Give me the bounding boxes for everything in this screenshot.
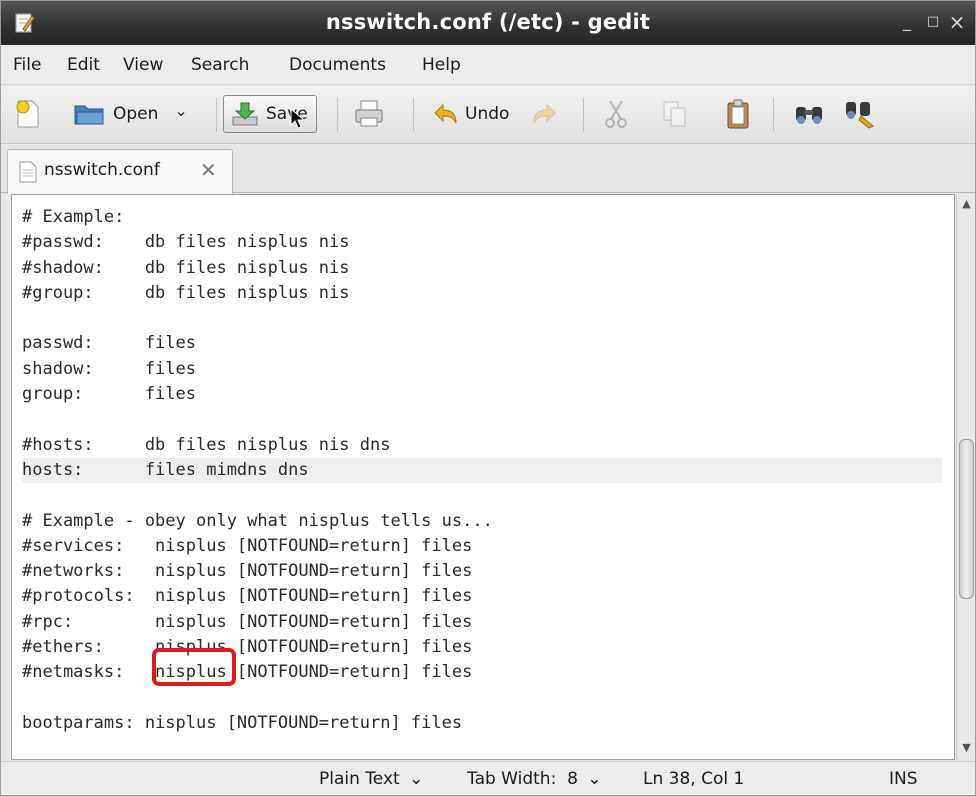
clipboard-icon: [727, 99, 749, 129]
code-line: #passwd: db files nisplus nis: [22, 232, 350, 253]
menu-view[interactable]: View: [123, 55, 163, 75]
undo-arrow-icon: [434, 103, 457, 124]
redo-button[interactable]: [531, 94, 559, 134]
undo-button[interactable]: Undo: [431, 94, 509, 134]
cursor-position: Ln 38, Col 1: [643, 769, 745, 789]
gedit-window: nsswitch.conf (/etc) - gedit _ □ × File …: [0, 0, 976, 796]
menu-help[interactable]: Help: [422, 55, 461, 75]
printer-icon: [355, 100, 383, 127]
scissors-icon: [605, 100, 627, 128]
menu-edit[interactable]: Edit: [67, 55, 100, 75]
vertical-scrollbar[interactable]: ▲ ▼: [956, 194, 975, 760]
print-button[interactable]: [353, 94, 385, 134]
cut-button[interactable]: [603, 94, 629, 134]
code-line: #services: nisplus [NOTFOUND=return] fil…: [22, 535, 473, 556]
menu-search[interactable]: Search: [191, 55, 249, 75]
copy-icon: [663, 101, 686, 127]
code-line: #rpc: nisplus [NOTFOUND=return] files: [22, 611, 473, 632]
toolbar: Open ⌄ Save Undo: [1, 86, 975, 144]
annotation-highlight-box: [152, 648, 236, 686]
menu-bar: File Edit View Search Documents Help: [1, 45, 975, 85]
tab-width-selector[interactable]: Tab Width: 8 ⌄: [467, 769, 602, 789]
close-button[interactable]: ×: [948, 12, 966, 32]
open-button[interactable]: Open ⌄: [73, 94, 188, 134]
code-line: group: files: [22, 384, 196, 405]
title-bar[interactable]: nsswitch.conf (/etc) - gedit _ □ ×: [1, 1, 975, 45]
minimize-button[interactable]: _: [898, 13, 916, 31]
new-button[interactable]: [15, 94, 41, 134]
open-label: Open: [113, 104, 159, 124]
tab-label: nsswitch.conf: [44, 160, 160, 180]
tab-close-icon[interactable]: ✕: [200, 158, 217, 182]
mouse-cursor-icon: [290, 108, 306, 129]
redo-icon: [533, 103, 556, 124]
code-line: passwd: files: [22, 333, 196, 354]
tab-width-label: Tab Width: 8: [467, 769, 578, 789]
copy-button[interactable]: [661, 94, 689, 134]
code-line: # Example:: [22, 207, 125, 227]
chevron-down-icon: ⌄: [587, 769, 602, 789]
text-editor[interactable]: # Example: #passwd: db files nisplus nis #…: [11, 194, 955, 760]
scrollbar-thumb[interactable]: [959, 439, 974, 599]
find-replace-button[interactable]: [843, 94, 877, 134]
text-file-icon: [19, 161, 37, 183]
save-download-icon: [232, 102, 258, 126]
language-selector[interactable]: Plain Text ⌄: [319, 769, 423, 789]
language-label: Plain Text: [319, 769, 400, 789]
toolbar-separator: [216, 98, 217, 132]
code-line: #group: db files nisplus nis: [22, 282, 350, 303]
status-bar: Plain Text ⌄ Tab Width: 8 ⌄ Ln 38, Col 1…: [1, 761, 975, 795]
menu-documents[interactable]: Documents: [289, 55, 386, 75]
code-line: #networks: nisplus [NOTFOUND=return] fil…: [22, 561, 473, 582]
toolbar-separator: [773, 98, 774, 132]
toolbar-separator: [413, 98, 414, 132]
code-line: bootparams: nisplus [NOTFOUND=return] fi…: [22, 712, 463, 733]
tab-nsswitch-conf[interactable]: nsswitch.conf ✕: [7, 149, 233, 194]
code-line: hosts: files mimdns dns: [22, 457, 942, 484]
save-button[interactable]: Save: [223, 95, 317, 133]
toolbar-separator: [337, 98, 338, 132]
document-tab-strip: nsswitch.conf ✕: [1, 145, 975, 194]
new-document-icon: [16, 100, 39, 128]
code-line: #hosts: db files nisplus nis dns: [22, 434, 391, 455]
scroll-up-arrow-icon[interactable]: ▲: [959, 196, 974, 212]
chevron-down-icon: ⌄: [409, 769, 424, 789]
code-line: # Example - obey only what nisplus tells…: [22, 510, 493, 531]
maximize-button[interactable]: □: [924, 13, 942, 31]
code-line: shadow: files: [22, 358, 196, 379]
paste-button[interactable]: [725, 94, 751, 134]
code-line: #shadow: db files nisplus nis: [22, 257, 350, 278]
menu-file[interactable]: File: [13, 55, 41, 75]
find-replace-icon: [846, 102, 874, 129]
code-line: #protocols: nisplus [NOTFOUND=return] fi…: [22, 586, 473, 607]
scroll-down-arrow-icon[interactable]: ▼: [959, 740, 974, 756]
find-button[interactable]: [793, 94, 825, 134]
chevron-down-icon[interactable]: ⌄: [174, 101, 187, 120]
binoculars-icon: [796, 107, 822, 124]
toolbar-separator: [583, 98, 584, 132]
folder-icon: [74, 105, 104, 125]
insert-mode-indicator: INS: [889, 769, 918, 789]
undo-label: Undo: [465, 104, 510, 124]
window-title: nsswitch.conf (/etc) - gedit: [325, 10, 651, 34]
